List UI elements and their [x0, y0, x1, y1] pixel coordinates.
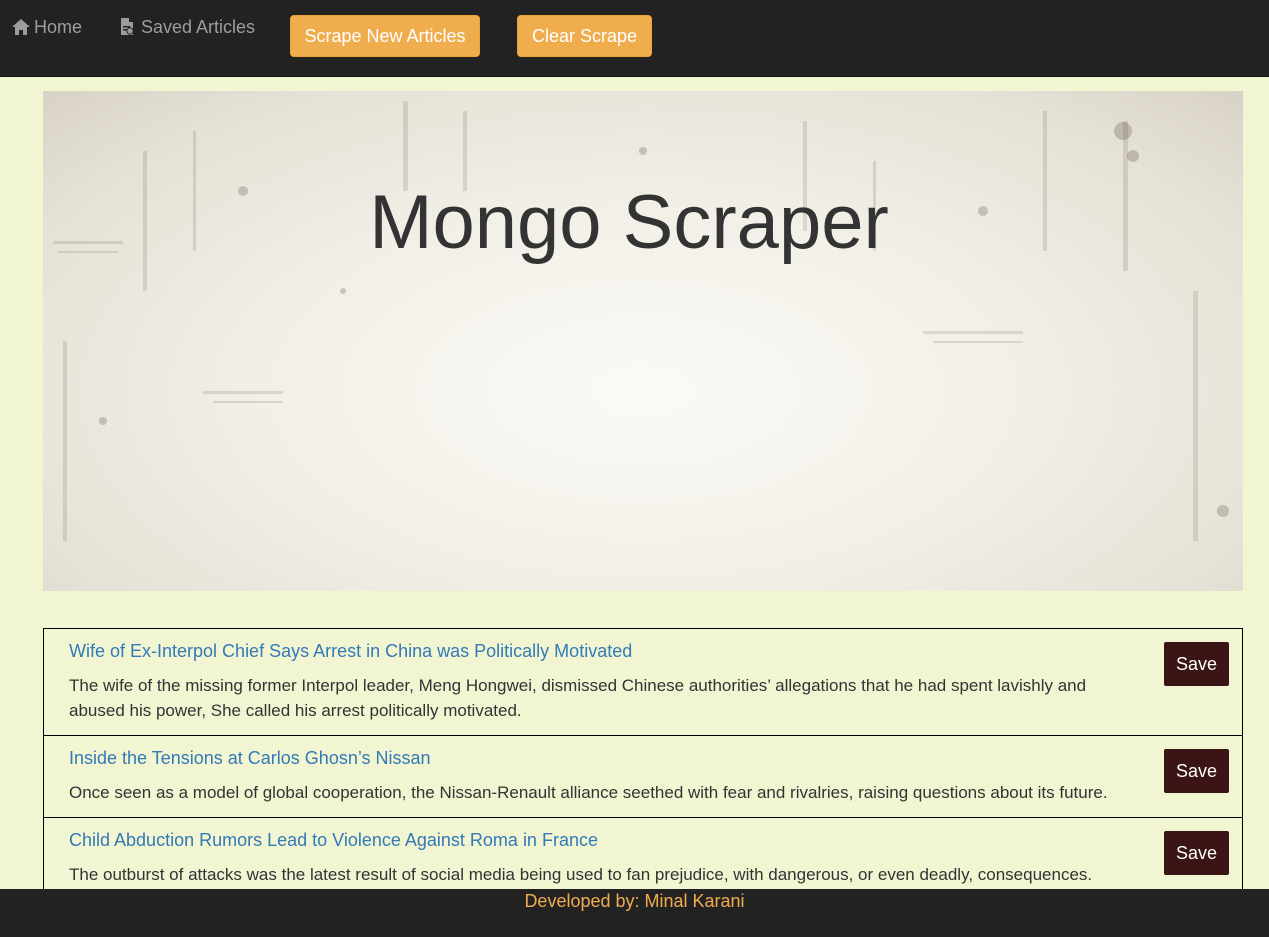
scrape-new-articles-button[interactable]: Scrape New Articles	[290, 15, 480, 57]
nav-saved-articles-label: Saved Articles	[141, 16, 256, 37]
nav-saved-articles-link[interactable]: Saved Articles	[118, 14, 255, 40]
footer: Developed by: Minal Karani	[0, 889, 1269, 937]
footer-credit: Developed by: Minal Karani	[524, 891, 745, 911]
article-card: Inside the Tensions at Carlos Ghosn’s Ni…	[43, 735, 1243, 818]
article-list: Wife of Ex-Interpol Chief Says Arrest in…	[43, 628, 1243, 900]
article-card: Wife of Ex-Interpol Chief Says Arrest in…	[43, 628, 1243, 736]
newspaper-banner: Mongo Scraper	[43, 91, 1243, 591]
article-summary: The outburst of attacks was the latest r…	[69, 865, 1093, 884]
save-article-button[interactable]: Save	[1164, 831, 1229, 875]
newspaper-texture	[53, 101, 1229, 541]
page-title: Mongo Scraper	[369, 180, 889, 265]
nav-home-label: Home	[34, 16, 83, 37]
article-card: Child Abduction Rumors Lead to Violence …	[43, 817, 1243, 900]
home-icon	[11, 17, 31, 37]
article-summary: The wife of the missing former Interpol …	[69, 676, 1087, 720]
document-icon	[118, 17, 138, 37]
article-summary: Once seen as a model of global cooperati…	[69, 783, 1108, 802]
save-article-button[interactable]: Save	[1164, 642, 1229, 686]
article-title-link[interactable]: Child Abduction Rumors Lead to Violence …	[69, 828, 1142, 852]
save-article-button[interactable]: Save	[1164, 749, 1229, 793]
nav-home-link[interactable]: Home	[11, 14, 82, 40]
article-title-link[interactable]: Wife of Ex-Interpol Chief Says Arrest in…	[69, 639, 1142, 663]
navbar: Home Saved Articles Scrape New Articles …	[0, 0, 1269, 77]
article-title-link[interactable]: Inside the Tensions at Carlos Ghosn’s Ni…	[69, 746, 1142, 770]
clear-scrape-button[interactable]: Clear Scrape	[517, 15, 652, 57]
